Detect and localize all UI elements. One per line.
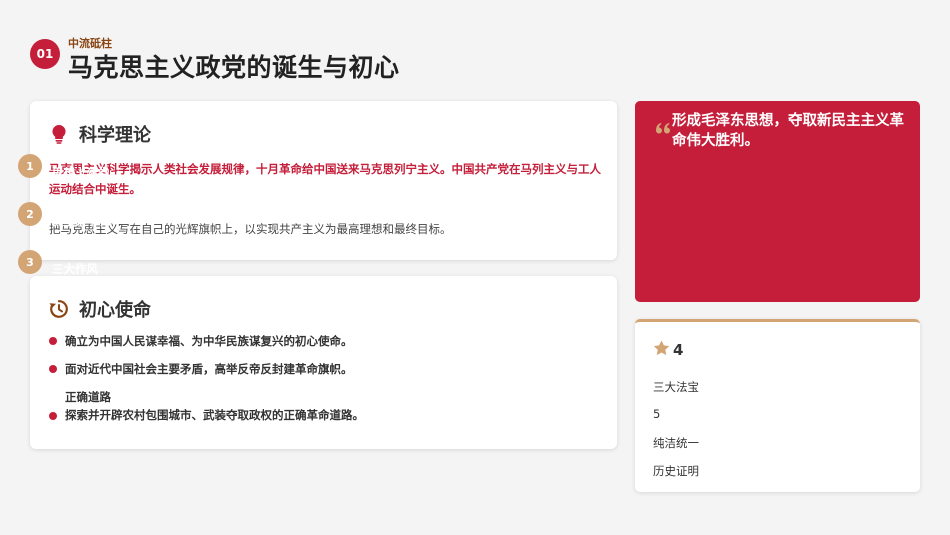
stats-header: 4 [653,340,683,360]
victory-panel: 形成毛泽东思想，夺取新民主主义革命伟大胜利。 [635,101,920,302]
list-item-heading: 正确道路 [65,390,111,404]
theory-card-title: 科学理论 [79,125,151,146]
step-item-1: 1 思想上建党 [18,151,110,181]
star-icon [653,340,670,360]
mission-list: 确立为中国人民谋幸福、为中华民族谋复兴的初心使命。 面对近代中国社会主要矛盾，高… [49,332,379,424]
step-item-3: 3 三大作风 [18,247,98,277]
page-title: 马克思主义政党的诞生与初心 [68,53,400,82]
step-label: 三大作风 [52,262,98,276]
stats-card: 4 三大法宝 5 纯洁统一 历史证明 [635,319,920,492]
list-item: 正确道路 探索并开辟农村包围城市、武装夺取政权的正确革命道路。 [49,388,379,424]
mission-card-title: 初心使命 [79,300,151,321]
theory-card-header: 科学理论 [49,121,151,147]
bullet-dot-icon [49,412,57,420]
stats-line-1: 三大法宝 [653,380,699,394]
lightbulb-icon [49,124,69,144]
bullet-dot-icon [49,365,57,373]
step-label: 民主集中制 [52,214,110,228]
list-item-detail: 探索并开辟农村包围城市、武装夺取政权的正确革命道路。 [65,408,364,422]
victory-panel-title: 形成毛泽东思想，夺取新民主主义革命伟大胜利。 [672,113,904,149]
step-number: 2 [18,202,42,226]
stats-line-3: 纯洁统一 [653,436,699,450]
history-icon [49,299,69,319]
theory-body-text: 把马克思主义写在自己的光辉旗帜上，以实现共产主义为最高理想和最终目标。 [49,222,452,236]
stats-number: 4 [673,341,684,359]
step-number: 3 [18,250,42,274]
mission-card: 初心使命 确立为中国人民谋幸福、为中华民族谋复兴的初心使命。 面对近代中国社会主… [30,276,617,449]
step-number: 1 [18,154,42,178]
quote-icon [655,121,671,137]
list-item: 确立为中国人民谋幸福、为中华民族谋复兴的初心使命。 [49,332,379,350]
section-number-badge: 01 [30,39,60,69]
stats-line-2: 5 [653,407,661,421]
step-item-2: 2 民主集中制 [18,199,110,229]
theory-highlight-text: 马克思主义科学揭示人类社会发展规律，十月革命给中国送来马克思列宁主义。中国共产党… [49,162,601,196]
bullet-dot-icon [49,337,57,345]
mission-card-header: 初心使命 [49,296,151,322]
list-item: 面对近代中国社会主要矛盾，高举反帝反封建革命旗帜。 [49,360,379,378]
step-label: 思想上建党 [52,166,110,180]
stats-line-4: 历史证明 [653,464,699,478]
theory-card: 科学理论 马克思主义科学揭示人类社会发展规律，十月革命给中国送来马克思列宁主义。… [30,101,617,260]
